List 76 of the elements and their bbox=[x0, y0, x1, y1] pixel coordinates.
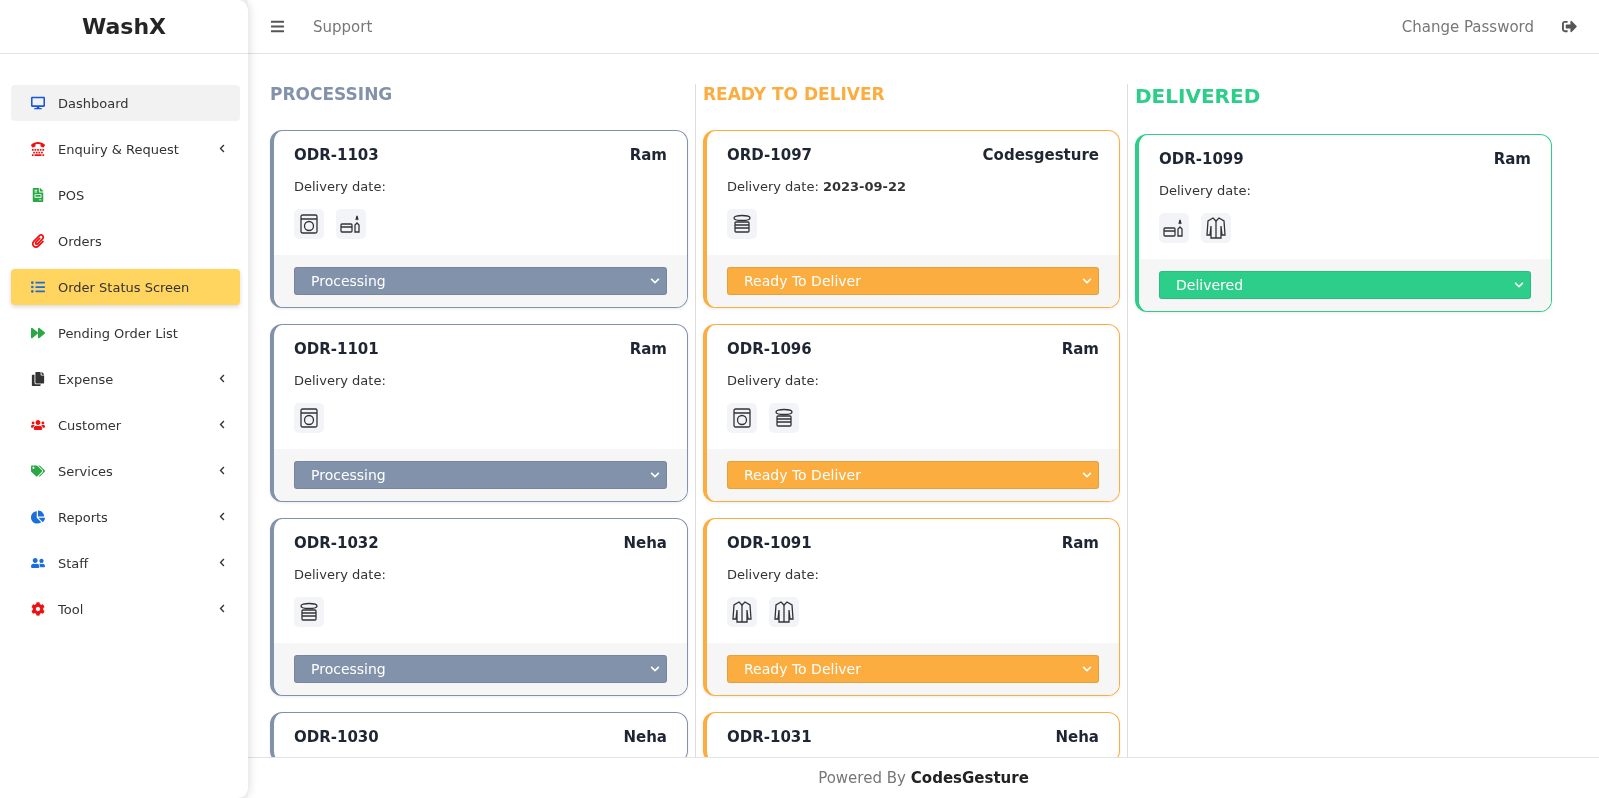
order-number: ODR-1103 bbox=[294, 146, 379, 164]
support-link[interactable]: Support bbox=[313, 17, 373, 36]
delivery-date: Delivery date: bbox=[727, 567, 819, 582]
customer-name: Ram bbox=[1061, 340, 1099, 358]
customer-name: Neha bbox=[1055, 728, 1099, 746]
delivery-date: Delivery date: bbox=[1159, 183, 1251, 198]
chevron-icon bbox=[650, 470, 660, 480]
telephone-icon bbox=[31, 142, 45, 156]
copy-icon bbox=[31, 372, 45, 386]
caret-icon bbox=[218, 558, 226, 568]
order-number: ODR-1096 bbox=[727, 340, 812, 358]
order-number: ODR-1031 bbox=[727, 728, 812, 746]
tags-icon bbox=[31, 464, 45, 478]
caret-icon bbox=[218, 466, 226, 476]
column-title: READY TO DELIVER bbox=[703, 84, 886, 104]
order-number: ODR-1030 bbox=[294, 728, 379, 746]
sidebar-item[interactable]: Customer bbox=[11, 407, 240, 443]
people-icon bbox=[31, 556, 45, 570]
order-number: ODR-1091 bbox=[727, 534, 812, 552]
gear-icon bbox=[31, 602, 45, 616]
caret-icon bbox=[218, 604, 226, 614]
sidebar-item[interactable]: Orders bbox=[11, 223, 240, 259]
change-password-link[interactable]: Change Password bbox=[1401, 17, 1534, 36]
caret-icon bbox=[218, 420, 226, 430]
brand-logo: WashX bbox=[81, 14, 166, 39]
chevron-icon bbox=[1514, 280, 1524, 290]
menu-icon[interactable] bbox=[270, 19, 285, 34]
delivery-date: Delivery date: bbox=[294, 373, 386, 388]
caret-icon bbox=[218, 512, 226, 522]
chevron-icon bbox=[1082, 276, 1092, 286]
customer-name: Codesgesture bbox=[982, 146, 1099, 164]
customer-name: Ram bbox=[1493, 150, 1531, 168]
chevron-icon bbox=[650, 664, 660, 674]
list-icon bbox=[31, 280, 45, 294]
sidebar-item[interactable]: Tool bbox=[11, 591, 240, 627]
order-number: ODR-1032 bbox=[294, 534, 379, 552]
washing-machine-icon bbox=[733, 408, 751, 428]
pie-chart-icon bbox=[31, 510, 45, 524]
column-title: DELIVERED bbox=[1135, 84, 1262, 108]
customer-name: Ram bbox=[629, 340, 667, 358]
sidebar-item[interactable]: Dashboard bbox=[11, 85, 240, 121]
delivery-date: Delivery date: bbox=[727, 373, 819, 388]
sidebar-item[interactable]: Services bbox=[11, 453, 240, 489]
paperclip-icon bbox=[31, 234, 45, 248]
chevron-icon bbox=[1082, 470, 1092, 480]
order-number: ODR-1101 bbox=[294, 340, 379, 358]
footer-text: Powered By bbox=[818, 769, 906, 787]
column-title: PROCESSING bbox=[270, 84, 394, 104]
delivery-date: Delivery date: bbox=[294, 567, 386, 582]
caret-icon bbox=[218, 144, 226, 154]
caret-icon bbox=[218, 374, 226, 384]
customer-name: Ram bbox=[1061, 534, 1099, 552]
users-icon bbox=[31, 418, 45, 432]
sidebar-item[interactable]: Order Status Screen bbox=[11, 269, 240, 305]
sidebar-item[interactable]: Reports bbox=[11, 499, 240, 535]
customer-name: Neha bbox=[623, 534, 667, 552]
sidebar-item[interactable]: Staff bbox=[11, 545, 240, 581]
washing-machine-icon bbox=[300, 408, 318, 428]
delivery-date: Delivery date: bbox=[294, 179, 386, 194]
delivery-date: Delivery date: 2023-09-22 bbox=[727, 179, 907, 194]
order-number: ORD-1097 bbox=[727, 146, 812, 164]
washing-machine-icon bbox=[300, 214, 318, 234]
sidebar-item[interactable]: Expense bbox=[11, 361, 240, 397]
sidebar-item[interactable]: POS bbox=[11, 177, 240, 213]
sidebar-item[interactable]: Enquiry & Request bbox=[11, 131, 240, 167]
footer-company: CodesGesture bbox=[910, 769, 1029, 787]
logout-icon[interactable] bbox=[1562, 19, 1577, 34]
document-icon bbox=[31, 188, 45, 202]
monitor-icon bbox=[31, 96, 45, 110]
customer-name: Ram bbox=[629, 146, 667, 164]
chevron-icon bbox=[650, 276, 660, 286]
chevron-icon bbox=[1082, 664, 1092, 674]
sidebar-item[interactable]: Pending Order List bbox=[11, 315, 240, 351]
customer-name: Neha bbox=[623, 728, 667, 746]
order-number: ODR-1099 bbox=[1159, 150, 1244, 168]
fast-forward-icon bbox=[31, 326, 45, 340]
